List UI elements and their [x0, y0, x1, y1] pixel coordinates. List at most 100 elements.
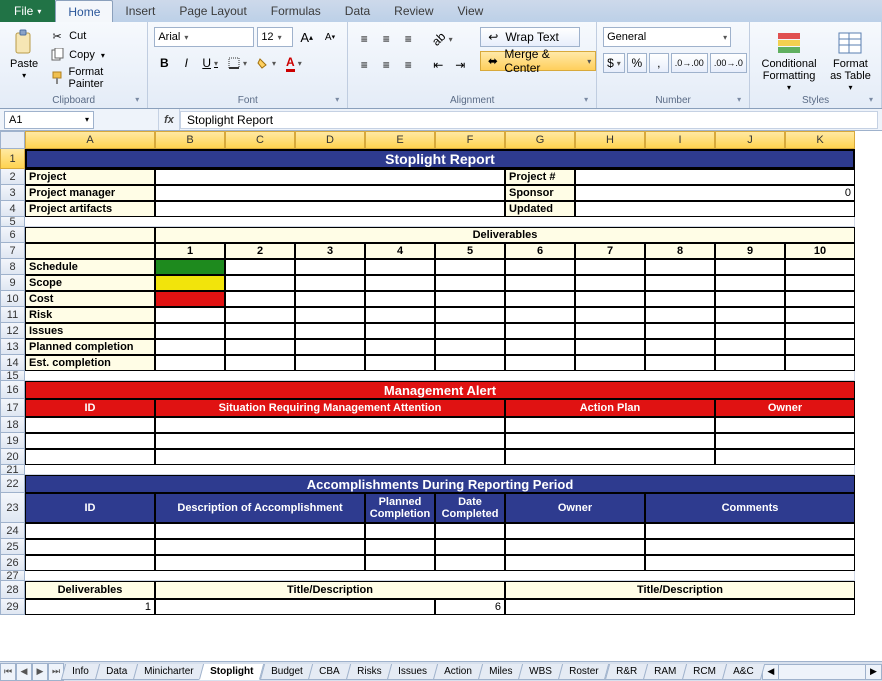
column-header-I[interactable]: I	[645, 131, 715, 149]
accomp-col-completed[interactable]: Date Completed	[435, 493, 505, 523]
increase-indent-button[interactable]: ⇥	[450, 55, 470, 75]
align-left-button[interactable]: ≡	[354, 55, 374, 75]
accomp-col-planned[interactable]: Planned Completion	[365, 493, 435, 523]
tab-nav-prev[interactable]: ◀	[16, 663, 32, 681]
deliv-num[interactable]: 6	[505, 243, 575, 259]
accomp-cell[interactable]	[505, 539, 645, 555]
metric-cell[interactable]	[365, 307, 435, 323]
metric-cell[interactable]	[365, 275, 435, 291]
sheet-tab-miles[interactable]: Miles	[478, 664, 524, 680]
sheet-tab-cba[interactable]: CBA	[308, 664, 351, 680]
accomp-cell[interactable]	[365, 523, 435, 539]
sheet-tab-stoplight[interactable]: Stoplight	[199, 664, 265, 680]
shrink-font-button[interactable]: A▾	[320, 27, 340, 47]
column-header-E[interactable]: E	[365, 131, 435, 149]
accomp-cell[interactable]	[505, 523, 645, 539]
metric-cell[interactable]	[435, 355, 505, 371]
metric-cell[interactable]	[435, 291, 505, 307]
accomp-cell[interactable]	[645, 555, 855, 571]
row-header-12[interactable]: 12	[0, 323, 25, 339]
metric-cell[interactable]	[645, 355, 715, 371]
metric-cell[interactable]	[225, 307, 295, 323]
metric-cell[interactable]	[505, 291, 575, 307]
metric-cell[interactable]	[645, 275, 715, 291]
deliv2-td1[interactable]: Title/Description	[155, 581, 505, 599]
metric-cell[interactable]	[295, 355, 365, 371]
metric-cell[interactable]	[505, 355, 575, 371]
tab-page-layout[interactable]: Page Layout	[167, 0, 258, 22]
paste-button[interactable]: Paste ▾	[6, 27, 42, 82]
metric-cell[interactable]	[785, 339, 855, 355]
row-header-28[interactable]: 28	[0, 581, 25, 599]
row-header-7[interactable]: 7	[0, 243, 25, 259]
sheet-tab-data[interactable]: Data	[95, 664, 138, 680]
info-label[interactable]: Project artifacts	[25, 201, 155, 217]
percent-button[interactable]: %	[627, 53, 647, 73]
scroll-left-icon[interactable]: ◀	[763, 665, 779, 679]
metric-cell[interactable]	[295, 307, 365, 323]
tab-nav-next[interactable]: ▶	[32, 663, 48, 681]
sheet-tab-info[interactable]: Info	[61, 664, 100, 680]
metric-cell[interactable]	[575, 307, 645, 323]
scroll-right-icon[interactable]: ▶	[865, 665, 881, 679]
alert-cell[interactable]	[25, 449, 155, 465]
row-header-24[interactable]: 24	[0, 523, 25, 539]
alert-cell[interactable]	[505, 417, 715, 433]
row-header-15[interactable]: 15	[0, 371, 25, 381]
metric-cell[interactable]	[155, 275, 225, 291]
column-header-K[interactable]: K	[785, 131, 855, 149]
info-label[interactable]: Updated	[505, 201, 575, 217]
deliv-num[interactable]: 5	[435, 243, 505, 259]
tab-review[interactable]: Review	[382, 0, 445, 22]
row-header-13[interactable]: 13	[0, 339, 25, 355]
info-value[interactable]	[155, 185, 505, 201]
row-header-3[interactable]: 3	[0, 185, 25, 201]
metric-cell[interactable]	[575, 291, 645, 307]
increase-decimal-button[interactable]: .0→.00	[671, 53, 708, 73]
blank[interactable]	[25, 227, 155, 243]
sheet-tab-risks[interactable]: Risks	[346, 664, 393, 680]
metric-cell[interactable]	[505, 339, 575, 355]
sheet-tab-budget[interactable]: Budget	[259, 664, 313, 680]
mgmt-col-situation[interactable]: Situation Requiring Management Attention	[155, 399, 505, 417]
sheet-tab-wbs[interactable]: WBS	[518, 664, 563, 680]
align-top-button[interactable]: ≡	[354, 29, 374, 49]
accomp-cell[interactable]	[155, 523, 365, 539]
metric-cell[interactable]	[295, 291, 365, 307]
metric-cell[interactable]	[715, 323, 785, 339]
metric-cell[interactable]	[715, 259, 785, 275]
metric-label[interactable]: Cost	[25, 291, 155, 307]
deliv-num[interactable]: 8	[645, 243, 715, 259]
sheet-tab-a&c[interactable]: A&C	[722, 664, 765, 680]
accomp-cell[interactable]	[435, 539, 505, 555]
deliv-num[interactable]: 10	[785, 243, 855, 259]
deliverables-header[interactable]: Deliverables	[155, 227, 855, 243]
column-header-F[interactable]: F	[435, 131, 505, 149]
deliv-num[interactable]: 9	[715, 243, 785, 259]
row-header-29[interactable]: 29	[0, 599, 25, 615]
metric-cell[interactable]	[225, 355, 295, 371]
metric-cell[interactable]	[295, 339, 365, 355]
column-header-B[interactable]: B	[155, 131, 225, 149]
currency-button[interactable]: $	[603, 53, 625, 73]
metric-cell[interactable]	[155, 355, 225, 371]
metric-label[interactable]: Planned completion	[25, 339, 155, 355]
metric-cell[interactable]	[785, 355, 855, 371]
blank[interactable]	[25, 217, 855, 227]
metric-cell[interactable]	[295, 259, 365, 275]
number-format-select[interactable]: General▾	[603, 27, 731, 47]
tab-data[interactable]: Data	[333, 0, 382, 22]
cut-button[interactable]: ✂Cut	[46, 27, 141, 45]
sheet-tab-minicharter[interactable]: Minicharter	[133, 664, 205, 680]
tab-view[interactable]: View	[446, 0, 496, 22]
metric-cell[interactable]	[365, 355, 435, 371]
info-value[interactable]	[155, 201, 505, 217]
metric-cell[interactable]	[715, 275, 785, 291]
border-button[interactable]	[224, 53, 251, 73]
italic-button[interactable]: I	[176, 53, 196, 73]
blank[interactable]	[25, 465, 855, 475]
alert-cell[interactable]	[155, 433, 505, 449]
deliv2-blank[interactable]	[155, 599, 435, 615]
deliv2-td2[interactable]: Title/Description	[505, 581, 855, 599]
accomp-cell[interactable]	[365, 539, 435, 555]
